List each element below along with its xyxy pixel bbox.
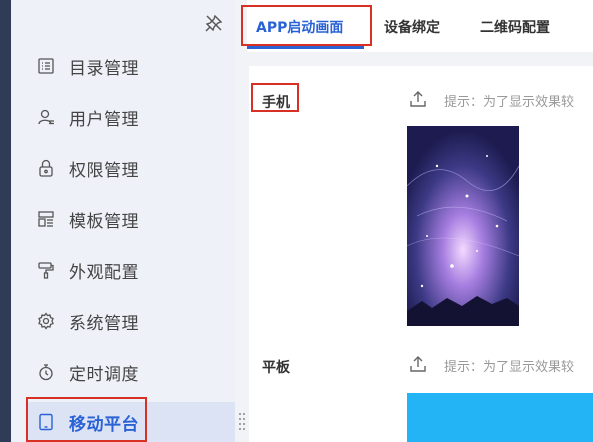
tablet-hint: 提示：为了显示效果较 bbox=[444, 360, 575, 375]
stopwatch-icon bbox=[37, 363, 55, 381]
sidebar-item-label: 定时调度 bbox=[69, 364, 139, 385]
sidebar-item-label: 模板管理 bbox=[69, 211, 139, 232]
sidebar-item-label: 外观配置 bbox=[69, 262, 139, 283]
sidebar-item-label: 用户管理 bbox=[69, 109, 139, 130]
pin-icon[interactable] bbox=[205, 14, 223, 32]
sidebar-item-scheduler[interactable]: 定时调度 bbox=[11, 351, 235, 393]
tablet-splash-preview[interactable] bbox=[407, 393, 593, 442]
highlight-box bbox=[26, 397, 147, 442]
sidebar-item-system[interactable]: 系统管理 bbox=[11, 300, 235, 342]
sidebar: 目录管理 用户管理 权限管理 模板管理 外观配置 系统管理 定时调度 移动平台 bbox=[11, 0, 235, 442]
main-panel: APP启动画面 设备绑定 二维码配置 手机 提示：为了显示效果较 平板 提示：为… bbox=[241, 0, 593, 442]
sidebar-item-catalog[interactable]: 目录管理 bbox=[11, 45, 235, 87]
sidebar-item-label: 权限管理 bbox=[69, 160, 139, 181]
sidebar-item-users[interactable]: 用户管理 bbox=[11, 96, 235, 138]
resize-handle[interactable] bbox=[238, 410, 246, 434]
sidebar-item-permissions[interactable]: 权限管理 bbox=[11, 147, 235, 189]
active-tab-indicator bbox=[247, 46, 364, 49]
splash-config-panel: 手机 提示：为了显示效果较 平板 提示：为了显示效果较 bbox=[249, 66, 593, 442]
highlight-box bbox=[251, 83, 299, 112]
upload-icon[interactable] bbox=[409, 355, 427, 373]
template-icon bbox=[37, 210, 55, 228]
sidebar-item-label: 目录管理 bbox=[69, 58, 139, 79]
phone-hint: 提示：为了显示效果较 bbox=[444, 95, 575, 110]
sidebar-item-templates[interactable]: 模板管理 bbox=[11, 198, 235, 240]
tablet-label: 平板 bbox=[262, 360, 290, 376]
upload-icon[interactable] bbox=[409, 90, 427, 108]
tab-qrcode-config[interactable]: 二维码配置 bbox=[480, 17, 550, 37]
paint-roller-icon bbox=[37, 261, 55, 279]
gear-icon bbox=[37, 312, 55, 330]
highlight-box bbox=[241, 5, 372, 46]
sidebar-item-label: 系统管理 bbox=[69, 313, 139, 334]
sidebar-item-appearance[interactable]: 外观配置 bbox=[11, 249, 235, 291]
user-icon bbox=[37, 108, 55, 126]
tab-device-binding[interactable]: 设备绑定 bbox=[384, 17, 440, 37]
app-left-strip bbox=[0, 0, 11, 442]
lock-icon bbox=[37, 159, 55, 177]
tab-bar: APP启动画面 设备绑定 二维码配置 bbox=[241, 0, 593, 52]
catalog-icon bbox=[37, 57, 55, 75]
phone-splash-preview[interactable] bbox=[407, 126, 519, 326]
